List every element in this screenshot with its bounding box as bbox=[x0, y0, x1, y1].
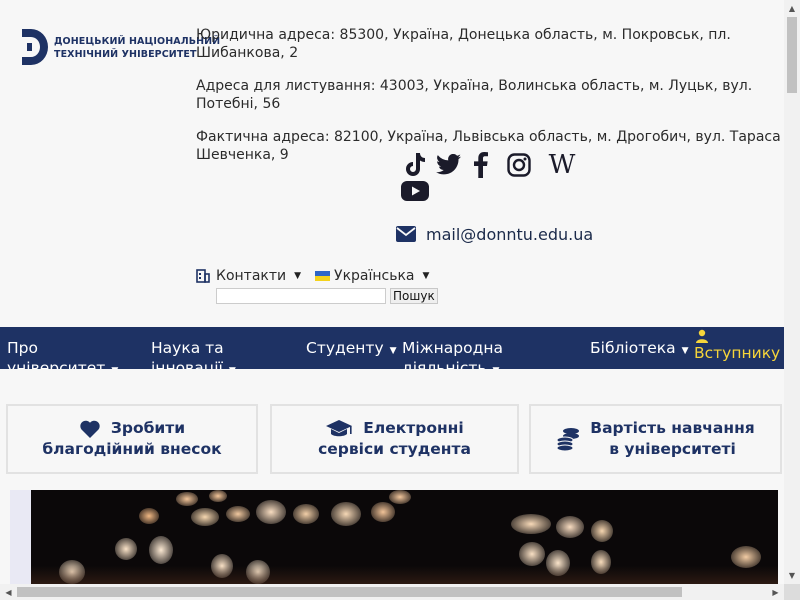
coins-icon bbox=[556, 427, 580, 451]
candle-flame bbox=[191, 508, 219, 526]
candle-flame bbox=[371, 502, 395, 522]
candle-flame bbox=[389, 490, 411, 504]
university-logo[interactable]: ДОНЕЦЬКИЙ НАЦІОНАЛЬНИЙ ТЕХНІЧНИЙ УНІВЕРС… bbox=[18, 26, 220, 70]
candle-flame bbox=[556, 516, 584, 538]
heart-icon bbox=[79, 419, 101, 439]
candle-flame bbox=[209, 490, 227, 502]
candle-flame bbox=[591, 520, 613, 542]
twitter-icon[interactable] bbox=[432, 150, 466, 180]
scroll-left-icon[interactable]: ◀ bbox=[0, 584, 17, 600]
legal-address: Юридична адреса: 85300, Україна, Донецьк… bbox=[196, 27, 731, 61]
hero-image-candles[interactable] bbox=[31, 490, 778, 584]
graduation-cap-icon bbox=[325, 419, 353, 439]
ukraine-flag-icon bbox=[315, 271, 331, 281]
tuition-label-2: в університеті bbox=[609, 440, 736, 458]
nav-item-applicant[interactable]: Вступнику bbox=[694, 329, 784, 363]
wikipedia-icon[interactable]: W bbox=[542, 150, 582, 180]
candle-flame bbox=[731, 546, 761, 568]
tuition-label-1: Вартість навчання bbox=[590, 419, 755, 437]
tuition-cost-button[interactable]: Вартість навчання в університеті bbox=[529, 404, 782, 474]
chevron-down-icon: ▼ bbox=[229, 366, 236, 369]
nav-label-applicant: Вступнику bbox=[694, 344, 781, 362]
language-dropdown-icon[interactable]: ▼ bbox=[423, 271, 430, 281]
scroll-down-icon[interactable]: ▼ bbox=[784, 567, 800, 584]
candle-flame bbox=[139, 508, 159, 524]
chevron-down-icon: ▼ bbox=[389, 346, 397, 356]
scroll-right-icon[interactable]: ▶ bbox=[767, 584, 784, 600]
horizontal-scrollbar[interactable]: ◀ ▶ bbox=[0, 584, 784, 600]
candle-flame bbox=[519, 542, 545, 566]
hero-ground bbox=[31, 566, 778, 584]
chevron-down-icon: ▼ bbox=[493, 366, 500, 369]
chevron-down-icon: ▼ bbox=[111, 366, 118, 369]
scroll-up-icon[interactable]: ▲ bbox=[784, 0, 800, 17]
candle-flame bbox=[511, 514, 551, 534]
social-links: W bbox=[398, 150, 588, 206]
candle-flame bbox=[256, 500, 286, 524]
services-label-2: сервіси студента bbox=[318, 440, 471, 458]
nav-item-international[interactable]: Міжнародна діяльність▼ bbox=[402, 338, 512, 369]
nav-label-international: Міжнародна діяльність bbox=[402, 339, 503, 369]
nav-item-student[interactable]: Студенту ▼ bbox=[306, 338, 397, 361]
user-icon bbox=[696, 329, 708, 343]
search-button[interactable]: Пошук bbox=[390, 288, 438, 304]
nav-label-about: Про університет bbox=[7, 339, 106, 369]
search-input[interactable] bbox=[216, 288, 386, 304]
vertical-scroll-thumb[interactable] bbox=[787, 17, 797, 93]
envelope-icon bbox=[396, 226, 416, 242]
postal-address: Адреса для листування: 43003, Україна, В… bbox=[196, 78, 753, 112]
student-services-button[interactable]: Електронні сервіси студента bbox=[270, 404, 519, 474]
contacts-link[interactable]: Контакти bbox=[216, 268, 286, 284]
candle-flame bbox=[149, 536, 173, 564]
candle-flame bbox=[226, 506, 250, 522]
chevron-down-icon: ▼ bbox=[681, 346, 689, 356]
main-nav: Про університет ▼ Наука та інновації ▼ Сту… bbox=[0, 327, 784, 369]
horizontal-scroll-thumb[interactable] bbox=[17, 587, 682, 597]
language-selector[interactable]: Українська bbox=[334, 268, 414, 284]
nav-label-science: Наука та інновації bbox=[151, 339, 224, 369]
nav-item-library[interactable]: Бібліотека ▼ bbox=[590, 338, 689, 361]
instagram-icon[interactable] bbox=[502, 150, 536, 180]
services-label-1: Електронні bbox=[363, 419, 464, 437]
search-form: Пошук bbox=[216, 288, 438, 304]
scrollbar-corner bbox=[784, 584, 800, 600]
nav-label-library: Бібліотека bbox=[590, 339, 676, 357]
vertical-scrollbar[interactable]: ▲ ▼ bbox=[784, 0, 800, 584]
nav-item-about[interactable]: Про університет ▼ bbox=[7, 338, 127, 369]
donate-label-1: Зробити bbox=[110, 419, 186, 437]
nav-label-student: Студенту bbox=[306, 339, 384, 357]
header-links: Контакти ▼ Українська ▼ bbox=[196, 266, 443, 286]
logo-mark-icon bbox=[22, 29, 48, 65]
hero-slider-edge bbox=[10, 490, 31, 584]
candle-flame bbox=[331, 502, 361, 526]
candle-flame bbox=[176, 492, 198, 506]
contacts-dropdown-icon[interactable]: ▼ bbox=[294, 271, 301, 281]
donate-button[interactable]: Зробити благодійний внесок bbox=[6, 404, 258, 474]
email-link[interactable]: mail@donntu.edu.ua bbox=[396, 222, 593, 246]
building-icon bbox=[196, 269, 210, 283]
facebook-icon[interactable] bbox=[464, 150, 498, 180]
candle-flame bbox=[293, 504, 319, 524]
donate-label-2: благодійний внесок bbox=[42, 440, 222, 458]
candle-flame bbox=[115, 538, 137, 560]
nav-item-science[interactable]: Наука та інновації ▼ bbox=[151, 338, 251, 369]
youtube-icon[interactable] bbox=[398, 176, 432, 206]
email-text: mail@donntu.edu.ua bbox=[426, 224, 594, 244]
